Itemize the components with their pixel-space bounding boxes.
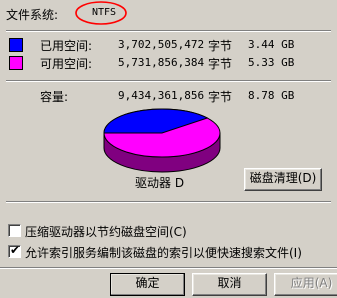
used-unit: 字节 [208, 39, 233, 53]
free-bytes: 5,731,856,384 [118, 56, 205, 69]
capacity-size: 8.78 GB [248, 89, 295, 102]
index-service-label[interactable]: 允许索引服务编制该磁盘的索引以便快速搜索文件(I) [25, 244, 302, 261]
drive-label: 驱动器 D [135, 176, 185, 190]
filesystem-label: 文件系统: [6, 8, 59, 22]
footer-divider [0, 267, 337, 269]
divider-middle [6, 80, 331, 82]
apply-button-label: 应用(A) [290, 276, 333, 290]
apply-button[interactable]: 应用(A) [274, 273, 337, 296]
capacity-bytes: 9,434,361,856 [118, 89, 205, 102]
filesystem-value: NTFS [92, 7, 117, 18]
free-color-swatch [9, 56, 23, 70]
ok-button-label: 确定 [135, 276, 160, 290]
divider-bottom [6, 201, 331, 203]
capacity-label: 容量: [40, 90, 69, 104]
free-size: 5.33 GB [248, 56, 295, 69]
used-size: 3.44 GB [248, 38, 295, 51]
cancel-button[interactable]: 取消 [192, 273, 267, 296]
used-bytes: 3,702,505,472 [118, 38, 205, 51]
index-service-checkbox[interactable]: ✔ [8, 243, 21, 258]
ok-button[interactable]: 确定 [110, 273, 185, 296]
compress-drive-checkbox[interactable] [8, 224, 21, 237]
disk-usage-pie [103, 108, 221, 173]
used-label: 已用空间: [40, 39, 93, 53]
compress-drive-label[interactable]: 压缩驱动器以节约磁盘空间(C) [25, 223, 187, 240]
divider-top [6, 30, 331, 32]
disk-cleanup-button[interactable]: 磁盘清理(D) [244, 168, 322, 191]
free-label: 可用空间: [40, 57, 93, 71]
disk-cleanup-button-label: 磁盘清理(D) [249, 171, 317, 185]
cancel-button-label: 取消 [217, 276, 242, 290]
free-unit: 字节 [208, 57, 233, 71]
used-color-swatch [9, 38, 23, 52]
checkmark-icon: ✔ [10, 243, 21, 257]
